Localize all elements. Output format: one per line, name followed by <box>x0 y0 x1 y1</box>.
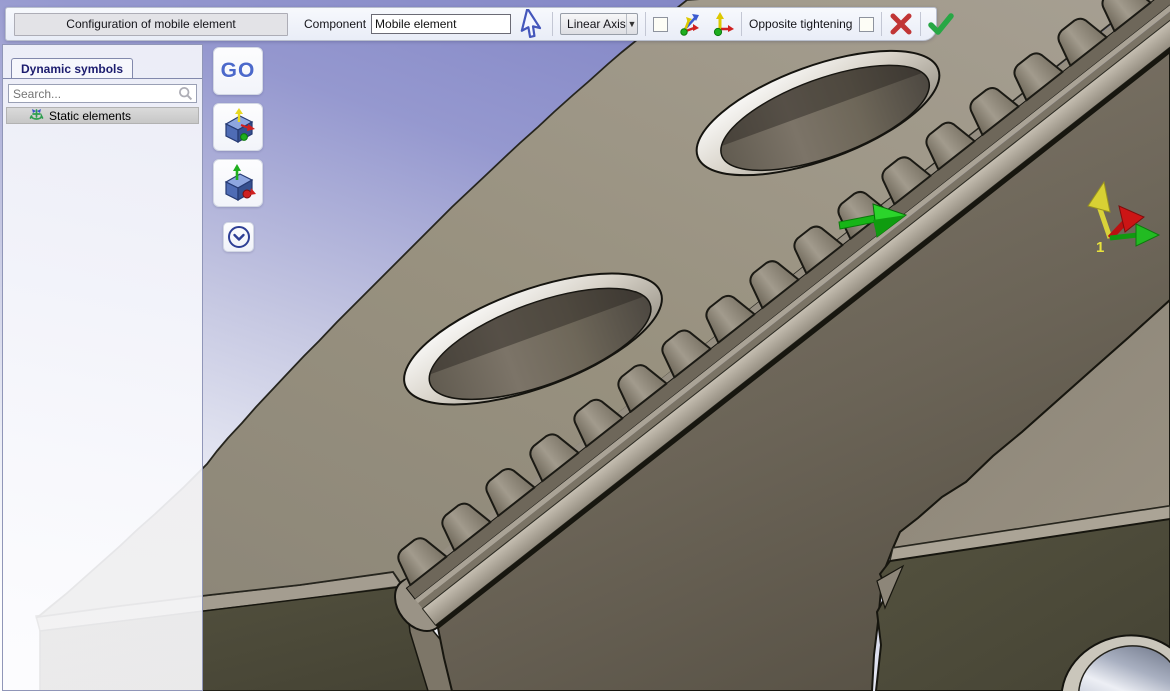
expand-more-button[interactable] <box>223 222 254 252</box>
opposite-tightening-label: Opposite tightening <box>749 17 852 31</box>
toolbar-separator <box>552 12 553 36</box>
select-cursor-icon[interactable] <box>519 9 545 39</box>
triad-label: 1 <box>1096 239 1104 256</box>
toolbar-separator <box>881 12 882 36</box>
confirm-button[interactable] <box>928 12 954 36</box>
component-label: Component <box>304 17 366 31</box>
chevron-down-icon: ▼ <box>626 14 637 34</box>
search-box <box>8 84 197 103</box>
cancel-button[interactable] <box>889 12 913 36</box>
dynamic-symbols-panel: Dynamic symbols Static elements <box>2 44 203 691</box>
axis-display-checkbox[interactable] <box>653 17 668 32</box>
go-button[interactable]: GO <box>213 47 263 95</box>
axis-type-dropdown[interactable]: Linear Axis ▼ <box>560 13 638 35</box>
component-input[interactable] <box>371 14 511 34</box>
rotate-axes-icon[interactable] <box>708 11 734 37</box>
box-direction-icon <box>218 163 258 203</box>
tree-item-label: Static elements <box>49 109 131 123</box>
box-axes-icon <box>218 107 258 147</box>
mobile-element-direction-button[interactable] <box>213 159 263 207</box>
chevron-circle-icon <box>226 224 252 250</box>
mobile-element-axes-button[interactable] <box>213 103 263 151</box>
tab-label: Dynamic symbols <box>21 62 123 76</box>
move-axes-icon[interactable] <box>676 11 702 37</box>
go-button-label: GO <box>221 59 256 83</box>
toolbar-separator <box>645 12 646 36</box>
toolbar-separator <box>920 12 921 36</box>
tab-dynamic-symbols[interactable]: Dynamic symbols <box>11 58 133 79</box>
anchor-icon <box>29 108 44 123</box>
tab-strip-divider <box>3 78 202 79</box>
axis-type-value: Linear Axis <box>567 17 626 31</box>
opposite-tightening-checkbox[interactable] <box>859 17 874 32</box>
search-icon <box>178 86 193 101</box>
search-input[interactable] <box>9 87 178 101</box>
top-toolbar: Configuration of mobile element Componen… <box>5 7 937 41</box>
toolbar-separator <box>741 12 742 36</box>
toolbar-title: Configuration of mobile element <box>14 13 288 36</box>
tree-item-static-elements[interactable]: Static elements <box>6 107 199 124</box>
